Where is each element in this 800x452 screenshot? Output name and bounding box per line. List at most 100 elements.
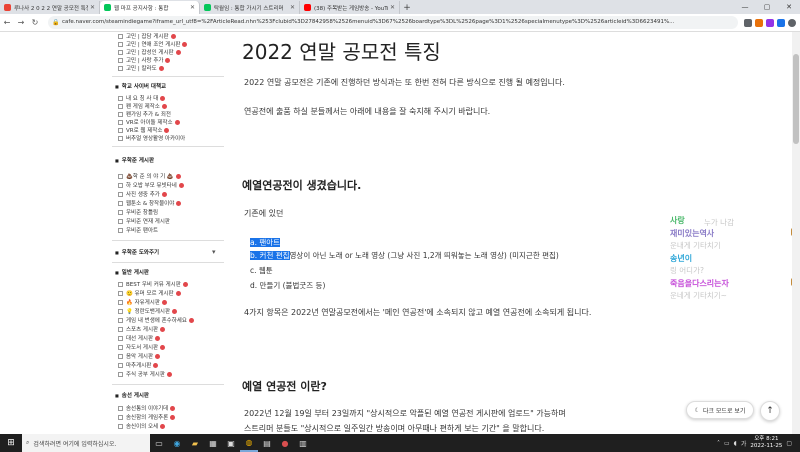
article-paragraph: 스트리머 분들도 "상시적으로 일주일간 방송이며 아무때나 편하게 보는 기간…	[244, 424, 545, 433]
chevron-up-icon[interactable]: ˄	[717, 440, 720, 447]
chevron-down-icon[interactable]: ▾	[212, 248, 216, 256]
sidebar-item[interactable]: 🔥 자유게시판	[118, 298, 167, 306]
sidebar-item[interactable]: BEST 우비 커뮤 게시판	[118, 280, 188, 288]
sidebar-item[interactable]: 음악 게시판	[118, 352, 161, 360]
sidebar-item[interactable]: 솜신이의 오세	[118, 422, 166, 430]
sidebar-item[interactable]: 웹툰소 & 창작물이야	[118, 199, 182, 207]
sidebar-section-title: 일반 게시판	[115, 268, 149, 276]
extension-icon[interactable]	[755, 18, 763, 27]
chat-username: 사랑	[670, 216, 685, 225]
system-clock[interactable]: 오후 8:21 2022-11-25	[750, 436, 782, 450]
sidebar-item[interactable]: 고민 | 잡담 게시판	[118, 32, 176, 40]
browser-tab[interactable]: 루나사 2 0 2 2 연말 공모전 특징 ✕	[0, 1, 100, 14]
edge-icon[interactable]: ◉	[168, 434, 186, 452]
page-scrollbar[interactable]	[792, 32, 800, 434]
extension-icon[interactable]	[744, 18, 752, 27]
dark-mode-button[interactable]: ☾ 다크 모드로 보기	[686, 401, 754, 419]
minimize-button[interactable]: —	[734, 0, 756, 14]
notification-icon[interactable]: ▢	[786, 440, 792, 447]
close-icon[interactable]: ✕	[190, 4, 195, 11]
extension-icon[interactable]	[777, 18, 785, 27]
sidebar-item[interactable]: 고민 | 사랑 추가	[118, 56, 171, 64]
page-title: 2022 연말 공모전 특징	[242, 40, 441, 64]
article-paragraph: 2022 연말 공모전은 기존에 진행하던 방식과는 또 한번 전혀 다른 방식…	[244, 78, 565, 87]
profile-avatar[interactable]	[788, 18, 796, 27]
sidebar-item[interactable]: 버추얼 영상활영 아카이아	[118, 134, 185, 142]
address-bar: ← → ↻ 🔒 cafe.naver.com/steamindiegame?if…	[0, 14, 800, 32]
sidebar-item[interactable]: 스포츠 게시판	[118, 325, 166, 333]
browser-tab-bar: 루나사 2 0 2 2 연말 공모전 특징 ✕ 웹 마프 공지사항 : 통합 ✕…	[0, 0, 800, 14]
sidebar-item[interactable]: 펜 게임 제작소	[118, 102, 167, 110]
sidebar-item[interactable]: 고민 | 잡성인 게시판	[118, 48, 181, 56]
network-icon[interactable]: ▭	[724, 440, 730, 447]
clock-date: 2022-11-25	[750, 443, 783, 449]
sidebar-item[interactable]: 고민 | 연애 조언 게시판	[118, 40, 188, 48]
sidebar-item[interactable]: 솜선통의 이야기데	[118, 404, 176, 412]
sidebar-item[interactable]: VR로 웹 제작소	[118, 126, 170, 134]
tab-favicon-icon	[304, 4, 311, 11]
system-tray: ˄ ▭ ◖ 가 오후 8:21 2022-11-25 ▢	[717, 436, 800, 450]
close-window-button[interactable]: ✕	[778, 0, 800, 14]
app-icon[interactable]: ▣	[222, 434, 240, 452]
taskbar-search-input[interactable]: ⌕ 검색하려면 여기에 입력하십시오.	[22, 434, 150, 452]
sidebar-item[interactable]: 🙂 유머 모르 게시판	[118, 289, 181, 297]
sidebar-item[interactable]: 펜가임 추가 & 죄전	[118, 110, 171, 118]
article-paragraph: 연공전에 출품 하실 분들께서는 아래에 내용을 잘 숙지해 주시기 바랍니다.	[244, 107, 491, 116]
maximize-button[interactable]: ▢	[756, 0, 778, 14]
stream-chat-overlay: 사랑 누가 나감 재미있는역사 운내게 기타치기 송년이 링 어디가? 죽음을다…	[670, 215, 800, 315]
task-view-icon[interactable]: ▭	[150, 434, 168, 452]
sidebar-section-title: 학교 사이버 대책교	[115, 82, 166, 90]
clock-time: 오후 8:21	[754, 436, 779, 442]
sidebar-item[interactable]: 우비준 팬아트	[118, 226, 158, 234]
tab-favicon-icon	[204, 4, 211, 11]
sidebar-divider	[112, 262, 224, 263]
volume-icon[interactable]: ◖	[734, 440, 737, 447]
sidebar-item[interactable]: 대선 게시판	[118, 334, 161, 342]
extension-icon[interactable]	[766, 18, 774, 27]
windows-start-icon[interactable]: ⊞	[0, 434, 22, 452]
app-icon[interactable]: ●	[276, 434, 294, 452]
chrome-icon[interactable]: ◍	[240, 434, 258, 452]
sidebar-item[interactable]: 💩학 준 의 야 기 💩	[118, 172, 181, 180]
window-controls: — ▢ ✕	[734, 0, 800, 14]
file-explorer-icon[interactable]: ▰	[186, 434, 204, 452]
sidebar-item[interactable]: 우비준 연재 게시판	[118, 217, 170, 225]
tab-favicon-icon	[104, 4, 111, 11]
scrollbar-thumb[interactable]	[793, 54, 799, 144]
forward-button[interactable]: →	[14, 18, 28, 27]
sidebar-item[interactable]: 하 오밥 부모 뮤빗타네	[118, 181, 184, 189]
app-icon[interactable]: ▤	[258, 434, 276, 452]
close-icon[interactable]: ✕	[90, 4, 95, 11]
browser-tab-active[interactable]: 웹 마프 공지사항 : 통합 ✕	[100, 1, 200, 14]
store-icon[interactable]: ▦	[204, 434, 222, 452]
close-icon[interactable]: ✕	[290, 4, 295, 11]
sidebar-item[interactable]: 우비준 창틀림	[118, 208, 158, 216]
sidebar-item[interactable]: 💡 정란도밴게시판	[118, 307, 178, 315]
url-text: cafe.naver.com/steamindiegame?iframe_url…	[62, 19, 675, 25]
sidebar-item[interactable]: 내 요 칭 사 대	[118, 94, 166, 102]
sidebar-item[interactable]: 마추게시판	[118, 361, 159, 369]
url-input[interactable]: 🔒 cafe.naver.com/steamindiegame?iframe_u…	[48, 16, 738, 29]
sidebar-item[interactable]: 솜신함의 게임추론	[118, 413, 176, 421]
reload-button[interactable]: ↻	[28, 18, 42, 27]
extensions	[744, 18, 796, 27]
sidebar-item[interactable]: 사진 생중 추가	[118, 190, 167, 198]
sidebar-item[interactable]: 고민 | 칼라도	[118, 64, 164, 72]
scroll-top-button[interactable]: ↑	[760, 401, 780, 421]
back-button[interactable]: ←	[0, 18, 14, 27]
sidebar-item[interactable]: 주식 공부 게시판	[118, 370, 172, 378]
list-item: b. 커천 편집영상이 아닌 노래 or 노래 영상 (그냥 사진 1,2개 띄…	[250, 251, 559, 260]
close-icon[interactable]: ✕	[390, 4, 395, 11]
section-heading: 예열연공전이 생겼습니다.	[242, 179, 362, 192]
app-icon[interactable]: ▥	[294, 434, 312, 452]
sidebar-item[interactable]: 자도서 게시판	[118, 343, 166, 351]
sidebar-item[interactable]: 게임 내 번생에 혼수하세요	[118, 316, 194, 324]
article-paragraph: 기존에 있던	[244, 209, 284, 218]
tab-title: 루나사 2 0 2 2 연말 공모전 특징	[14, 5, 88, 12]
browser-tab[interactable]: 탁월임 : 통합 가시기 스트리머 ✕	[200, 1, 300, 14]
new-tab-button[interactable]: +	[400, 1, 414, 14]
browser-tab[interactable]: (38) 주목받는 게임방송 - YouTube ✕	[300, 1, 400, 14]
sidebar-item[interactable]: VR로 아이돌 제작소	[118, 118, 180, 126]
ime-icon[interactable]: 가	[741, 439, 747, 448]
sidebar-section-title[interactable]: 우학준 도와주기	[115, 248, 159, 256]
